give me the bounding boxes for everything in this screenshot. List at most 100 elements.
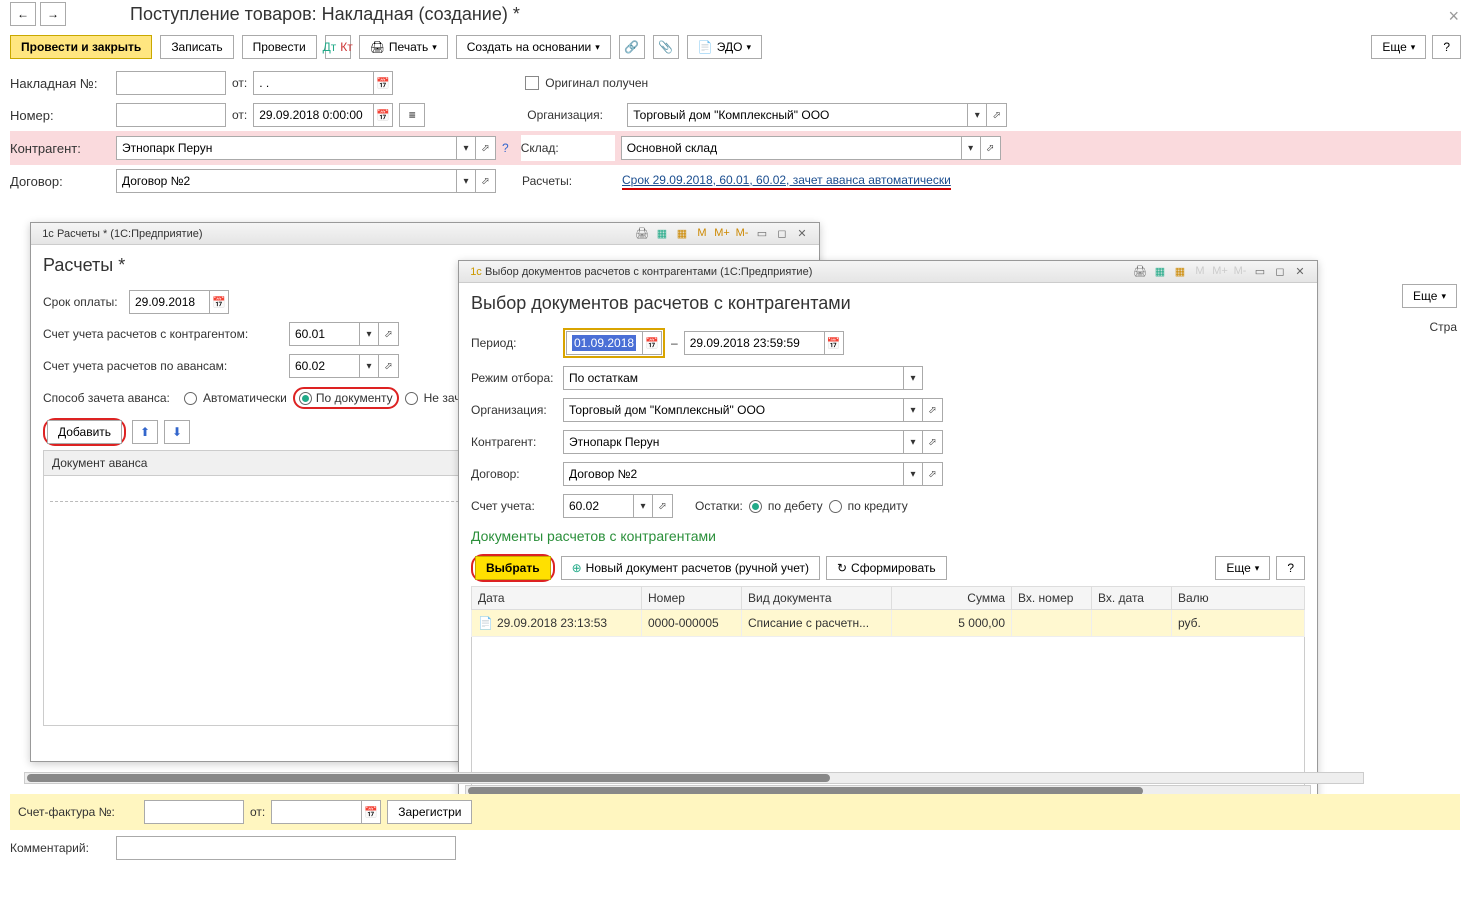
col-doctype[interactable]: Вид документа (742, 587, 892, 610)
generate-button[interactable]: ↻ Сформировать (826, 556, 947, 580)
calendar-icon[interactable] (373, 71, 393, 95)
post-button[interactable]: Провести (242, 35, 317, 59)
dropdown-icon[interactable]: ▾ (359, 354, 379, 378)
calendar-icon[interactable]: ▦ (653, 227, 671, 240)
calendar-icon[interactable] (361, 800, 381, 824)
col-indate[interactable]: Вх. дата (1092, 587, 1172, 610)
calendar-icon[interactable] (642, 331, 662, 355)
method-none-radio[interactable] (405, 392, 418, 405)
close-icon[interactable]: ✕ (793, 227, 811, 240)
col-innum[interactable]: Вх. номер (1012, 587, 1092, 610)
calendar-icon-2[interactable] (373, 103, 393, 127)
method-bydoc-radio[interactable] (299, 392, 312, 405)
dropdown-icon[interactable]: ▾ (359, 322, 379, 346)
m-minus-icon[interactable]: M- (1231, 265, 1249, 278)
link-icon-button[interactable]: 🔗 (619, 35, 645, 59)
mode-input[interactable] (563, 366, 903, 390)
select-button[interactable]: Выбрать (475, 556, 551, 580)
new-doc-button[interactable]: ⊕ Новый документ расчетов (ручной учет) (561, 556, 820, 580)
calendar2-icon[interactable]: ▦ (1171, 265, 1189, 278)
period-from-input[interactable]: 01.09.2018 (566, 331, 642, 355)
calendar-icon[interactable] (209, 290, 229, 314)
calendar-icon[interactable]: ▦ (1151, 265, 1169, 278)
original-received-checkbox[interactable] (525, 76, 539, 90)
edo-button[interactable]: 📄 ЭДО (687, 35, 762, 59)
win2-more-button[interactable]: Еще (1215, 556, 1270, 580)
help-link[interactable]: ? (502, 141, 509, 155)
print-icon[interactable]: 🖨 (633, 227, 651, 240)
organization-input[interactable] (627, 103, 967, 127)
help-button[interactable]: ? (1432, 35, 1461, 59)
dropdown-icon[interactable]: ▾ (903, 462, 923, 486)
open-icon[interactable]: ⬀ (923, 430, 943, 454)
col-date[interactable]: Дата (472, 587, 642, 610)
post-and-close-button[interactable]: Провести и закрыть (10, 35, 152, 59)
win2-help-button[interactable]: ? (1276, 556, 1305, 580)
docs-table[interactable]: Дата Номер Вид документа Сумма Вх. номер… (471, 586, 1305, 637)
counterparty-input[interactable] (116, 136, 456, 160)
dropdown-icon[interactable]: ▾ (633, 494, 653, 518)
calc-link[interactable]: Срок 29.09.2018, 60.01, 60.02, зачет ава… (622, 173, 951, 190)
nav-forward-button[interactable]: → (40, 2, 66, 26)
attach-icon-button[interactable]: 📎 (653, 35, 679, 59)
m-icon[interactable]: M (693, 227, 711, 240)
contract-input[interactable] (116, 169, 456, 193)
due-date-input[interactable] (129, 290, 209, 314)
m-plus-icon[interactable]: M+ (1211, 265, 1229, 278)
create-based-on-button[interactable]: Создать на основании (456, 35, 611, 59)
from-date-2-input[interactable] (253, 103, 373, 127)
open-icon[interactable]: ⬀ (987, 103, 1007, 127)
open-icon[interactable]: ⬀ (923, 462, 943, 486)
register-button[interactable]: Зарегистри (387, 800, 472, 824)
balance-debit-radio[interactable] (749, 500, 762, 513)
calendar2-icon[interactable]: ▦ (673, 227, 691, 240)
close-icon[interactable]: ✕ (1291, 265, 1309, 278)
open-icon[interactable]: ⬀ (379, 354, 399, 378)
contract-input[interactable] (563, 462, 903, 486)
dropdown-icon[interactable]: ▾ (903, 398, 923, 422)
dropdown-icon[interactable]: ▾ (456, 136, 476, 160)
org-input[interactable] (563, 398, 903, 422)
method-auto-radio[interactable] (184, 392, 197, 405)
m-plus-icon[interactable]: M+ (713, 227, 731, 240)
dropdown-icon[interactable]: ▾ (903, 430, 923, 454)
warehouse-input[interactable] (621, 136, 961, 160)
sf-number-input[interactable] (144, 800, 244, 824)
table-row[interactable]: 📄29.09.2018 23:13:53 0000-000005 Списани… (472, 610, 1305, 637)
comment-input[interactable] (116, 836, 456, 860)
move-down-button[interactable]: ⬇ (164, 420, 190, 444)
nav-back-button[interactable]: ← (10, 2, 36, 26)
m-icon[interactable]: M (1191, 265, 1209, 278)
balance-credit-radio[interactable] (829, 500, 842, 513)
open-icon[interactable]: ⬀ (476, 169, 496, 193)
dropdown-icon[interactable]: ▾ (456, 169, 476, 193)
account-input[interactable] (563, 494, 633, 518)
cp-input[interactable] (563, 430, 903, 454)
dropdown-icon[interactable]: ▾ (903, 366, 923, 390)
pin-icon[interactable]: ◻ (1271, 265, 1289, 278)
col-sum[interactable]: Сумма (892, 587, 1012, 610)
m-minus-icon[interactable]: M- (733, 227, 751, 240)
advance-account-input[interactable] (289, 354, 359, 378)
dtkt-icon-button[interactable]: ДтКт (325, 35, 351, 59)
save-button[interactable]: Записать (160, 35, 233, 59)
minimize-icon[interactable]: ▭ (753, 227, 771, 240)
col-currency[interactable]: Валю (1172, 587, 1305, 610)
open-icon[interactable]: ⬀ (379, 322, 399, 346)
side-more-button[interactable]: Еще (1402, 284, 1457, 308)
open-icon[interactable]: ⬀ (923, 398, 943, 422)
from-date-1-input[interactable] (253, 71, 373, 95)
move-up-button[interactable]: ⬆ (132, 420, 158, 444)
print-button[interactable]: 🖨 Печать (359, 35, 448, 59)
open-icon[interactable]: ⬀ (981, 136, 1001, 160)
col-number[interactable]: Номер (642, 587, 742, 610)
add-button[interactable]: Добавить (47, 420, 122, 444)
close-icon[interactable]: × (1448, 6, 1459, 27)
more-button[interactable]: Еще (1371, 35, 1426, 59)
period-to-input[interactable] (684, 331, 824, 355)
main-scrollbar[interactable] (24, 772, 1364, 784)
number-input[interactable] (116, 103, 226, 127)
print-icon[interactable]: 🖨 (1131, 265, 1149, 278)
minimize-icon[interactable]: ▭ (1251, 265, 1269, 278)
dropdown-icon[interactable]: ▾ (961, 136, 981, 160)
